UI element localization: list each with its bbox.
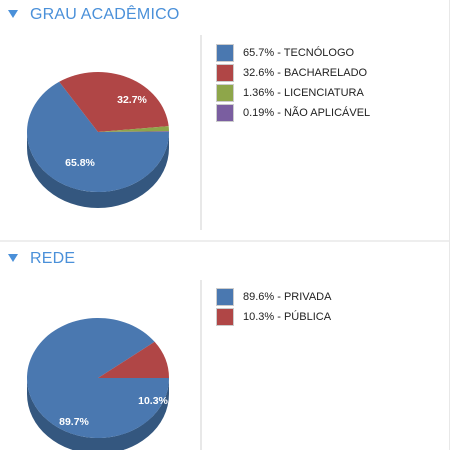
legend-label: 65.7% - TECNÓLOGO (243, 47, 355, 59)
panel-title[interactable]: REDE (30, 250, 75, 268)
legend-label: 1.36% - LICENCIATURA (243, 87, 364, 99)
panel-divider (200, 280, 202, 450)
legend-label: 32.6% - BACHARELADO (243, 67, 368, 79)
pie-chart-grau-academico: 65.8% 32.7% (26, 72, 169, 208)
pie-chart-rede: 89.7% 10.3% (27, 318, 169, 450)
pie-data-label: 65.8% (65, 157, 95, 169)
legend-swatch (216, 288, 234, 306)
pie-data-label: 89.7% (59, 416, 89, 428)
legend-swatch (216, 308, 234, 326)
panel-divider (200, 35, 202, 230)
pie-data-label: 10.3% (138, 395, 168, 407)
legend-swatch (216, 64, 234, 82)
legend-swatch (216, 84, 234, 102)
pie-data-label: 32.7% (117, 94, 147, 106)
panel-title[interactable]: GRAU ACADÊMICO (30, 6, 180, 24)
legend-label: 10.3% - PÚBLICA (243, 311, 332, 323)
panel-grau-academico: GRAU ACADÊMICO 65.8% 32.7% 65.7% - TECNÓL… (0, 0, 450, 240)
legend-swatch (216, 44, 234, 62)
collapse-triangle-icon[interactable] (8, 10, 18, 18)
legend-label: 0.19% - NÃO APLICÁVEL (243, 107, 371, 119)
panel-rede: REDE 89.7% 10.3% 89.6% - PRIVADA 10.3% - … (0, 244, 450, 450)
legend-label: 89.6% - PRIVADA (243, 291, 332, 303)
panel-header[interactable]: REDE (0, 244, 450, 274)
legend-swatch (216, 104, 234, 122)
panel-header[interactable]: GRAU ACADÊMICO (0, 0, 450, 30)
collapse-triangle-icon[interactable] (8, 254, 18, 262)
panel-separator (0, 240, 450, 242)
